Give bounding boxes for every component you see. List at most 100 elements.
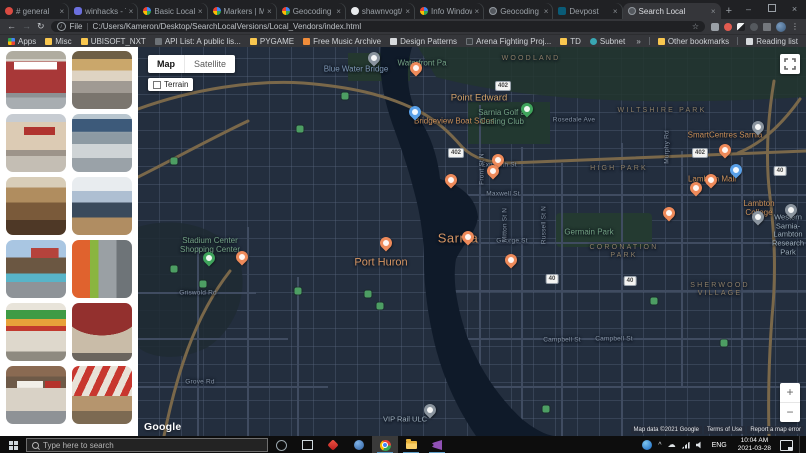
start-button[interactable] — [0, 436, 26, 453]
new-tab-button[interactable]: + — [721, 3, 737, 19]
blue-app-button[interactable] — [346, 436, 372, 453]
extensions-puzzle-icon[interactable] — [750, 23, 758, 31]
pin-icon — [460, 229, 477, 246]
terrain-toggle[interactable]: Terrain — [148, 78, 193, 91]
page-info-icon[interactable]: i — [57, 22, 66, 31]
close-button[interactable]: × — [783, 0, 806, 19]
tab-close-icon[interactable]: × — [129, 7, 134, 16]
photo-country-diner-exterior[interactable] — [6, 240, 66, 298]
network-icon[interactable] — [682, 442, 690, 449]
photo-diner-patio[interactable] — [72, 51, 132, 109]
tray-expand-icon[interactable]: ^ — [658, 442, 661, 449]
tab-close-icon[interactable]: × — [198, 7, 203, 16]
minimize-button[interactable]: – — [737, 0, 760, 19]
report-map-error-link[interactable]: Report a map error — [747, 426, 804, 434]
highway-shield: 402 — [448, 148, 464, 158]
onedrive-cloud-icon[interactable]: ☁ — [668, 441, 676, 449]
park-poi-icon — [721, 340, 728, 347]
extension-icon-5[interactable] — [763, 23, 771, 31]
google-map[interactable]: Blue Water BridgeWaterfront PaWOODLANDPo… — [138, 47, 806, 436]
browser-tab[interactable]: Geocoding Service× — [277, 3, 346, 19]
action-center-icon[interactable] — [780, 440, 793, 451]
photo-red-storefront-restaurant[interactable] — [6, 51, 66, 109]
photo-kitchen-interior-orange[interactable] — [72, 240, 132, 298]
taskbar-search-input[interactable]: Type here to search — [26, 438, 268, 452]
photo-reggaes-storefront[interactable] — [6, 303, 66, 361]
tab-close-icon[interactable]: × — [405, 7, 410, 16]
zoom-out-button[interactable]: − — [780, 403, 800, 422]
browser-tab[interactable]: Markers | Maps Ja× — [208, 3, 277, 19]
photo-beige-building-red-sign[interactable] — [6, 114, 66, 172]
photo-nicks-red-awning-storefront[interactable] — [72, 303, 132, 361]
extension-icon-3[interactable] — [737, 23, 745, 31]
bookmark-item[interactable]: TD — [560, 37, 581, 46]
bookmark-item[interactable]: Apps — [8, 37, 36, 46]
reading-list-button[interactable]: Reading list — [746, 37, 798, 46]
bookmark-item[interactable]: API List: A public lis... — [155, 37, 241, 46]
photo-striped-canopy-patio[interactable] — [72, 366, 132, 424]
map-type-satellite-button[interactable]: Satellite — [185, 55, 235, 73]
browser-tab[interactable]: shawnvogt/Search× — [346, 3, 415, 19]
maximize-button[interactable] — [760, 0, 783, 19]
bookmark-item[interactable]: Subnet Mask Cheat... — [590, 37, 628, 46]
volume-icon[interactable] — [696, 441, 704, 449]
bookmark-item[interactable]: Design Patterns — [390, 37, 457, 46]
tab-close-icon[interactable]: × — [60, 7, 65, 16]
bookmark-label: API List: A public lis... — [165, 37, 241, 46]
tray-app-icon[interactable] — [642, 440, 652, 450]
browser-tab[interactable]: Basic LocalContext× — [138, 3, 207, 19]
extension-icon-1[interactable] — [711, 23, 719, 31]
bookmark-item[interactable]: PYGAME — [250, 37, 294, 46]
bookmark-item[interactable]: Free Music Archive — [303, 37, 381, 46]
show-desktop-button[interactable] — [799, 436, 803, 453]
tab-close-icon[interactable]: × — [267, 7, 272, 16]
extension-icon-2[interactable] — [724, 23, 732, 31]
tab-label: Devpost — [569, 7, 610, 16]
other-bookmarks-button[interactable]: Other bookmarks — [658, 37, 729, 46]
forward-icon[interactable]: → — [22, 22, 31, 31]
browser-tab[interactable]: winhacks - Tex× — [69, 3, 138, 19]
bookmark-star-icon[interactable]: ☆ — [692, 22, 699, 31]
profile-avatar[interactable] — [776, 22, 786, 32]
tab-close-icon[interactable]: × — [613, 7, 618, 16]
search-icon — [32, 442, 39, 449]
visual-studio-button[interactable] — [424, 436, 450, 453]
address-bar[interactable]: i File | C:/Users/Kameron/Desktop/Search… — [51, 21, 705, 32]
discord-purple-favicon-icon — [74, 7, 82, 15]
file-explorer-button[interactable] — [398, 436, 424, 453]
chrome-button[interactable] — [372, 436, 398, 453]
taskbar-clock[interactable]: 10:04 AM 2021-03-28 — [735, 437, 774, 453]
browser-tab[interactable]: Info Windows | M× — [415, 3, 484, 19]
photo-bar-interior[interactable] — [72, 177, 132, 235]
bookmark-item[interactable]: UBISOFT_NXT — [81, 37, 146, 46]
photo-restaurant-interior-warm[interactable] — [6, 177, 66, 235]
tab-close-icon[interactable]: × — [475, 7, 480, 16]
browser-tab[interactable]: Search Local× — [623, 3, 721, 19]
terrain-checkbox[interactable] — [153, 81, 161, 89]
map-type-map-button[interactable]: Map — [148, 55, 185, 73]
browser-tab[interactable]: Geocoding Service× — [484, 3, 553, 19]
fullscreen-button[interactable] — [780, 54, 800, 74]
terms-of-use-link[interactable]: Terms of Use — [704, 426, 745, 434]
bookmark-item[interactable]: Arena Fighting Proj... — [466, 37, 551, 46]
task-view-button[interactable] — [294, 436, 320, 453]
tab-close-icon[interactable]: × — [544, 7, 549, 16]
bookmark-item[interactable]: Misc — [45, 37, 71, 46]
cortana-button[interactable] — [268, 436, 294, 453]
photo-storefront-under-bridge[interactable] — [72, 114, 132, 172]
chrome-menu-icon[interactable]: ⋮ — [791, 22, 799, 31]
reload-icon[interactable]: ↻ — [37, 22, 45, 31]
windows-taskbar: Type here to search ^ ☁ ENG 10:04 AM 202… — [0, 436, 806, 453]
url-text[interactable]: C:/Users/Kameron/Desktop/SearchLocalVers… — [93, 22, 688, 31]
tab-close-icon[interactable]: × — [711, 7, 716, 16]
language-indicator[interactable]: ENG — [710, 442, 729, 449]
back-icon[interactable]: ← — [7, 22, 16, 31]
red-diamond-app-button[interactable] — [320, 436, 346, 453]
browser-tab[interactable]: Devpost× — [553, 3, 622, 19]
zoom-in-button[interactable]: + — [780, 383, 800, 402]
tab-close-icon[interactable]: × — [336, 7, 341, 16]
bookmarks-overflow-icon[interactable]: » — [636, 37, 640, 46]
browser-tab[interactable]: # general× — [0, 3, 69, 19]
tab-label: Geocoding Service — [500, 7, 541, 16]
photo-shokas-pizza-storefront[interactable] — [6, 366, 66, 424]
